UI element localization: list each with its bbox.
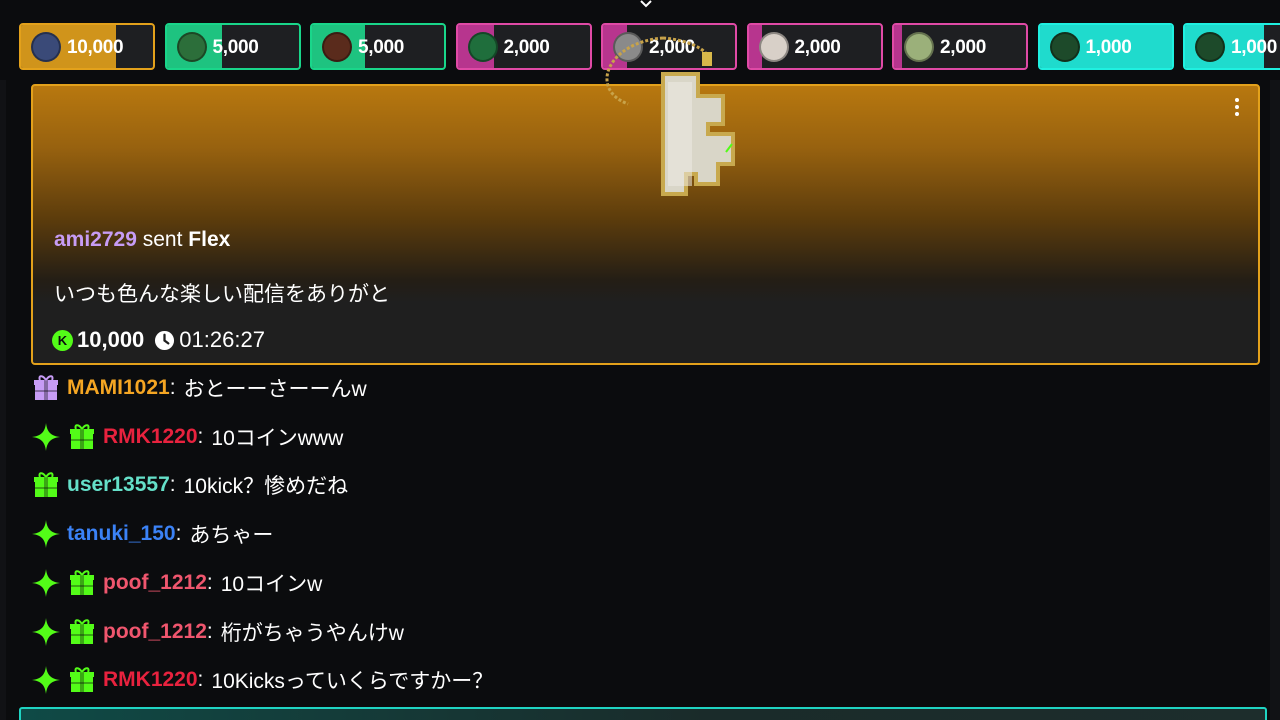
gift-sender-username[interactable]: ami2729 (54, 228, 137, 251)
top-gifter-pill[interactable]: 5,000 (164, 23, 301, 70)
chat-separator: : (206, 570, 213, 594)
chat-message[interactable]: poof_1212:10コインw (31, 563, 322, 603)
gift-time-remaining: 01:26:27 (179, 327, 265, 352)
gifter-avatar (31, 32, 61, 62)
gifter-avatar (1195, 32, 1225, 62)
top-gifter-pill[interactable]: 5,000 (310, 23, 446, 70)
chat-text: 桁がちゃうやんけw (220, 621, 404, 645)
chat-username[interactable]: MAMI1021 (67, 376, 170, 400)
chat-message[interactable]: tanuki_150: あちゃー (31, 514, 273, 554)
caret-down-icon[interactable] (640, 0, 652, 8)
more-options-icon[interactable] (1232, 98, 1242, 120)
gifter-amount: 1,000 (1085, 37, 1132, 58)
chat-text: 10kick？惨めだね (183, 475, 349, 499)
chat-message[interactable]: poof_1212: 桁がちゃうやんけw (31, 612, 404, 652)
chat-username[interactable]: RMK1220 (103, 425, 198, 449)
gift-green-badge-icon (70, 570, 94, 595)
gifter-amount: 5,000 (358, 37, 405, 58)
gifter-avatar (758, 32, 789, 62)
gifter-amount: 2,000 (503, 37, 550, 58)
gifter-avatar (1049, 32, 1080, 62)
top-gifter-pill[interactable]: 2,000 (892, 23, 1028, 70)
chat-separator: : (197, 668, 204, 692)
top-gifter-pill[interactable]: 10,000 (19, 23, 155, 70)
chat-text: おとーーさーーんw (183, 378, 367, 401)
gift-sent-label: sent (142, 228, 183, 251)
sparkle-badge-icon (32, 666, 60, 695)
chat-message[interactable]: RMK1220:10コインwww (31, 417, 343, 457)
gifter-amount: 2,000 (794, 37, 841, 58)
chat-message[interactable]: RMK1220:10Kicksっていくらですかー？ (31, 660, 493, 700)
gifter-avatar (467, 32, 498, 62)
sparkle-badge-icon (32, 520, 60, 549)
top-gifter-pill[interactable]: 1,000 (1037, 23, 1174, 70)
chat-separator: : (206, 619, 213, 643)
pinned-gift-card[interactable]: ami2729 sent Flex いつも色んな楽しい配信をありがと K 10,… (31, 36, 1260, 365)
gift-green-badge-icon (70, 667, 94, 693)
chat-separator: : (169, 473, 176, 497)
clock-icon (155, 330, 175, 350)
left-edge (0, 80, 6, 720)
chat-text: 10Kicksっていくらですかー？ (211, 670, 494, 694)
gifter-avatar (322, 32, 352, 62)
gifter-avatar (904, 32, 934, 62)
top-gifter-pill[interactable]: 1,000 (1183, 23, 1280, 70)
gift-amount: 10,000 (77, 327, 145, 352)
chat-message[interactable]: MAMI1021: おとーーさーーんw (31, 368, 367, 408)
chat-username[interactable]: RMK1220 (103, 668, 198, 692)
scrollbar-track[interactable] (1270, 80, 1280, 720)
flex-pendant-icon (605, 36, 735, 196)
kick-coin-icon: K (52, 329, 73, 351)
gift-purple-badge-icon (34, 375, 58, 400)
top-gifter-pill[interactable]: 2,000 (746, 23, 883, 70)
chat-username[interactable]: poof_1212 (103, 571, 207, 595)
gift-name: Flex (188, 228, 231, 251)
sparkle-badge-icon (32, 422, 60, 451)
gift-green-badge-icon (70, 618, 94, 644)
gifter-amount: 10,000 (67, 37, 124, 58)
chat-username[interactable]: poof_1212 (103, 620, 207, 644)
chat-message[interactable]: user13557:10kick？惨めだね (31, 465, 348, 505)
chat-separator: : (175, 522, 182, 546)
gift-message: いつも色んな楽しい配信をありがと (54, 283, 390, 306)
chat-text: あちゃー (189, 524, 274, 548)
gift-green-badge-icon (34, 472, 58, 498)
chat-username[interactable]: tanuki_150 (67, 522, 176, 546)
sparkle-badge-icon (32, 568, 60, 597)
gift-green-badge-icon (70, 423, 94, 449)
pill-progress-fill (894, 25, 902, 68)
sparkle-badge-icon (32, 617, 60, 646)
gifter-amount: 2,000 (940, 37, 987, 58)
chat-username[interactable]: user13557 (67, 473, 170, 497)
chat-separator: : (169, 376, 176, 399)
gifter-amount: 5,000 (212, 37, 259, 58)
chat-input-bar[interactable] (19, 707, 1267, 720)
chat-text: 10コインwww (211, 426, 344, 450)
chat-text: 10コインw (220, 572, 323, 596)
gift-header: ami2729 sent Flex (54, 228, 230, 252)
gifter-amount: 1,000 (1231, 37, 1278, 58)
gift-meta: K 10,000 01:26:27 (52, 326, 265, 354)
chat-separator: : (197, 424, 204, 448)
gifter-avatar (176, 32, 207, 62)
